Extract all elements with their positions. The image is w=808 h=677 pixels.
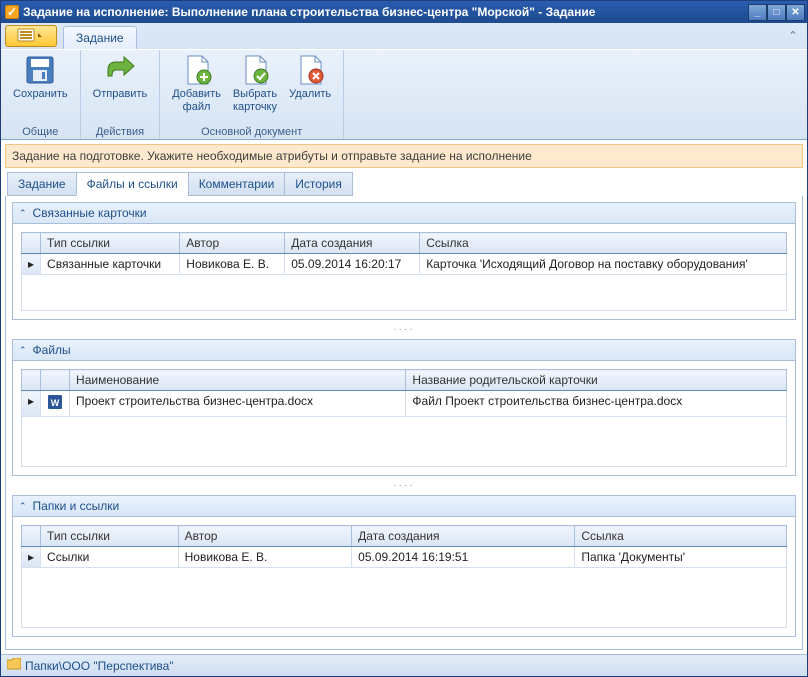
select-card-label: Выбрать карточку (233, 88, 277, 114)
cell-author: Новикова Е. В. (180, 254, 285, 275)
add-file-icon (181, 54, 213, 86)
close-button[interactable]: ✕ (786, 4, 805, 21)
delete-icon (294, 54, 326, 86)
row-indicator-icon: ▸ (22, 391, 41, 417)
app-window: ✓ Задание на исполнение: Выполнение план… (0, 0, 808, 677)
tab-comments[interactable]: Комментарии (188, 172, 286, 196)
panel-files: ⌃ Файлы Наименование Название родительск… (12, 339, 796, 476)
file-type-icon: W (41, 391, 70, 417)
select-card-button[interactable]: Выбрать карточку (227, 52, 283, 116)
splitter[interactable]: ···· (12, 324, 796, 335)
save-icon (24, 54, 56, 86)
tab-history[interactable]: История (284, 172, 353, 196)
save-button[interactable]: Сохранить (7, 52, 74, 103)
tab-task[interactable]: Задание (7, 172, 77, 196)
panel-title-files: Файлы (33, 343, 71, 357)
ribbon-collapse-button[interactable]: ⌃ (785, 29, 801, 45)
main-content: ⌃ Связанные карточки Тип ссылки Автор Да… (5, 196, 803, 650)
maximize-button[interactable]: □ (767, 4, 786, 21)
table-header-row: Тип ссылки Автор Дата создания Ссылка (22, 526, 787, 547)
col-parent[interactable]: Название родительской карточки (406, 370, 787, 391)
col-author[interactable]: Автор (178, 526, 352, 547)
select-card-icon (239, 54, 271, 86)
cell-type: Связанные карточки (41, 254, 180, 275)
group-title-actions: Действия (87, 125, 154, 139)
panel-related-cards: ⌃ Связанные карточки Тип ссылки Автор Да… (12, 202, 796, 320)
app-icon: ✓ (5, 5, 19, 19)
cell-date: 05.09.2014 16:19:51 (352, 547, 575, 568)
table-header-row: Тип ссылки Автор Дата создания Ссылка (22, 233, 787, 254)
window-title: Задание на исполнение: Выполнение плана … (23, 5, 595, 19)
ribbon-body: Сохранить Общие Отправить Действия (1, 49, 807, 139)
panel-title-related: Связанные карточки (33, 206, 147, 220)
collapse-icon: ⌃ (19, 345, 27, 356)
group-title-common: Общие (7, 125, 74, 139)
ribbon-area: Задание ⌃ Сохранить (1, 23, 807, 140)
ribbon-tab-task[interactable]: Задание (63, 26, 137, 49)
grid-empty-area (22, 417, 787, 467)
table-row[interactable]: ▸ W Проект строительства бизнес-центра.d… (22, 391, 787, 417)
panel-header-folders[interactable]: ⌃ Папки и ссылки (13, 496, 795, 517)
app-menu-icon (17, 28, 45, 45)
cell-link: Карточка 'Исходящий Договор на поставку … (420, 254, 787, 275)
ribbon-group-actions: Отправить Действия (81, 50, 161, 139)
folder-icon (7, 658, 21, 673)
ribbon-group-docs: Добавить файл Выбрать карточку (160, 50, 344, 139)
col-type[interactable]: Тип ссылки (41, 233, 180, 254)
col-type[interactable]: Тип ссылки (41, 526, 179, 547)
panel-header-files[interactable]: ⌃ Файлы (13, 340, 795, 361)
save-label: Сохранить (13, 88, 68, 101)
collapse-icon: ⌃ (19, 208, 27, 219)
group-title-docs: Основной документ (166, 125, 337, 139)
col-name[interactable]: Наименование (70, 370, 406, 391)
panel-header-related[interactable]: ⌃ Связанные карточки (13, 203, 795, 224)
cell-date: 05.09.2014 16:20:17 (285, 254, 420, 275)
col-date[interactable]: Дата создания (352, 526, 575, 547)
col-link[interactable]: Ссылка (420, 233, 787, 254)
status-bar: Папки\ООО "Перспектива" (1, 654, 807, 676)
cell-type: Ссылки (41, 547, 179, 568)
col-author[interactable]: Автор (180, 233, 285, 254)
app-menu-button[interactable] (5, 25, 57, 47)
splitter[interactable]: ···· (12, 480, 796, 491)
cell-parent: Файл Проект строительства бизнес-центра.… (406, 391, 787, 417)
grid-empty-area (22, 275, 787, 311)
send-label: Отправить (93, 88, 148, 101)
table-row[interactable]: ▸ Связанные карточки Новикова Е. В. 05.0… (22, 254, 787, 275)
table-row[interactable]: ▸ Ссылки Новикова Е. В. 05.09.2014 16:19… (22, 547, 787, 568)
cell-author: Новикова Е. В. (178, 547, 352, 568)
delete-label: Удалить (289, 88, 331, 101)
col-date[interactable]: Дата создания (285, 233, 420, 254)
svg-text:W: W (51, 398, 60, 408)
col-link[interactable]: Ссылка (575, 526, 787, 547)
info-bar: Задание на подготовке. Укажите необходим… (5, 144, 803, 168)
chevron-up-icon: ⌃ (788, 30, 797, 42)
docx-icon: W (47, 394, 63, 410)
send-button[interactable]: Отправить (87, 52, 154, 103)
ribbon-group-common: Сохранить Общие (1, 50, 81, 139)
cell-filename: Проект строительства бизнес-центра.docx (70, 391, 406, 417)
add-file-label: Добавить файл (172, 88, 221, 114)
status-path: Папки\ООО "Перспектива" (25, 659, 174, 673)
minimize-button[interactable]: _ (748, 4, 767, 21)
row-indicator-icon: ▸ (22, 547, 41, 568)
panel-title-folders: Папки и ссылки (33, 499, 120, 513)
row-indicator-icon: ▸ (22, 254, 41, 275)
delete-button[interactable]: Удалить (283, 52, 337, 103)
tab-files-links[interactable]: Файлы и ссылки (76, 172, 189, 196)
cell-link: Папка 'Документы' (575, 547, 787, 568)
folders-grid[interactable]: Тип ссылки Автор Дата создания Ссылка ▸ … (21, 525, 787, 628)
content-tabs: Задание Файлы и ссылки Комментарии Истор… (1, 172, 807, 196)
files-grid[interactable]: Наименование Название родительской карто… (21, 369, 787, 467)
panel-folders-links: ⌃ Папки и ссылки Тип ссылки Автор Дата с… (12, 495, 796, 637)
add-file-button[interactable]: Добавить файл (166, 52, 227, 116)
titlebar: ✓ Задание на исполнение: Выполнение план… (1, 1, 807, 23)
related-grid[interactable]: Тип ссылки Автор Дата создания Ссылка ▸ … (21, 232, 787, 311)
table-header-row: Наименование Название родительской карто… (22, 370, 787, 391)
ribbon-tabstrip: Задание ⌃ (1, 23, 807, 49)
grid-empty-area (22, 568, 787, 628)
send-icon (104, 54, 136, 86)
collapse-icon: ⌃ (19, 501, 27, 512)
